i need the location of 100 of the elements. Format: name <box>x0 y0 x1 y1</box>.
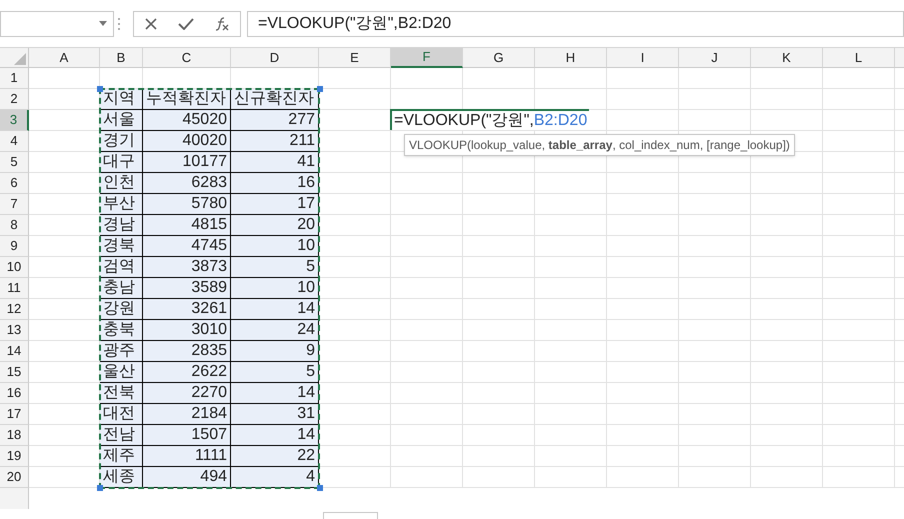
empty-cell <box>463 278 535 299</box>
table-cell: 3261 <box>143 299 231 320</box>
row-header[interactable]: 10 <box>0 257 29 278</box>
empty-cell <box>607 236 679 257</box>
column-header[interactable]: H <box>535 48 607 68</box>
row-header[interactable]: 19 <box>0 446 29 467</box>
row-header[interactable]: 5 <box>0 152 29 173</box>
empty-cell <box>823 257 895 278</box>
empty-cell <box>823 299 895 320</box>
table-cell: 3589 <box>143 278 231 299</box>
empty-cell <box>535 278 607 299</box>
empty-cell <box>607 215 679 236</box>
empty-cell <box>679 110 751 131</box>
empty-cell <box>391 194 463 215</box>
empty-cell <box>679 341 751 362</box>
empty-cell <box>535 446 607 467</box>
empty-cell <box>823 68 895 89</box>
table-cell: 40020 <box>143 131 231 152</box>
empty-cell <box>607 278 679 299</box>
empty-cell <box>391 173 463 194</box>
selection-handle[interactable] <box>97 485 103 491</box>
select-all-corner[interactable] <box>0 48 29 68</box>
empty-cell <box>607 173 679 194</box>
row-header[interactable]: 8 <box>0 215 29 236</box>
column-header[interactable]: E <box>319 48 391 68</box>
empty-cell <box>823 110 895 131</box>
empty-cell <box>751 257 823 278</box>
table-cell: 17 <box>231 194 319 215</box>
empty-cell <box>607 446 679 467</box>
column-header[interactable]: B <box>100 48 143 68</box>
empty-cell <box>751 467 823 488</box>
column-header[interactable]: J <box>679 48 751 68</box>
empty-cell <box>535 173 607 194</box>
row-header[interactable]: 1 <box>0 68 29 89</box>
row-header[interactable]: 18 <box>0 425 29 446</box>
row-header[interactable]: 2 <box>0 89 29 110</box>
empty-cell <box>751 89 823 110</box>
empty-cell <box>823 215 895 236</box>
empty-cell <box>751 194 823 215</box>
table-cell: 누적확진자 <box>143 89 231 110</box>
empty-cell <box>823 89 895 110</box>
empty-cell <box>823 152 895 173</box>
empty-cell <box>679 173 751 194</box>
selection-handle[interactable] <box>317 86 323 92</box>
column-header[interactable]: C <box>143 48 231 68</box>
name-box[interactable] <box>0 10 114 36</box>
close-icon[interactable] <box>144 18 157 30</box>
column-header[interactable]: A <box>29 48 100 68</box>
function-icon[interactable] <box>215 16 230 30</box>
row-header[interactable]: 3 <box>0 110 29 131</box>
empty-cell <box>607 68 679 89</box>
selection-handle[interactable] <box>97 86 103 92</box>
row-header[interactable]: 7 <box>0 194 29 215</box>
row-header[interactable]: 15 <box>0 362 29 383</box>
empty-cell <box>751 299 823 320</box>
empty-cell <box>607 194 679 215</box>
table-cell: 충남 <box>100 278 143 299</box>
dropdown-caret-icon <box>99 21 107 26</box>
row-header[interactable]: 6 <box>0 173 29 194</box>
row-header[interactable]: 16 <box>0 383 29 404</box>
column-header[interactable]: K <box>751 48 823 68</box>
row-header[interactable]: 13 <box>0 320 29 341</box>
table-cell: 제주 <box>100 446 143 467</box>
empty-cell <box>463 173 535 194</box>
row-header[interactable]: 9 <box>0 236 29 257</box>
checkmark-icon[interactable] <box>178 18 194 30</box>
empty-cell <box>607 425 679 446</box>
row-header[interactable]: 4 <box>0 131 29 152</box>
table-cell: 2622 <box>143 362 231 383</box>
column-header[interactable]: D <box>231 48 319 68</box>
empty-cell <box>823 362 895 383</box>
empty-cell <box>823 236 895 257</box>
empty-cell <box>535 236 607 257</box>
empty-cell <box>607 89 679 110</box>
empty-cell <box>751 425 823 446</box>
empty-cell <box>463 194 535 215</box>
empty-cell <box>535 68 607 89</box>
selection-handle[interactable] <box>317 485 323 491</box>
row-header[interactable]: 11 <box>0 278 29 299</box>
column-header[interactable]: F <box>391 48 463 68</box>
empty-cell <box>463 299 535 320</box>
empty-cell <box>679 68 751 89</box>
empty-cell <box>607 257 679 278</box>
empty-cell <box>535 404 607 425</box>
active-cell-editor[interactable]: =VLOOKUP("강원",B2:D20 <box>390 109 590 130</box>
empty-cell <box>607 362 679 383</box>
empty-cell <box>463 383 535 404</box>
row-header[interactable]: 20 <box>0 467 29 488</box>
row-header[interactable]: 17 <box>0 404 29 425</box>
table-cell: 6283 <box>143 173 231 194</box>
table-cell: 494 <box>143 467 231 488</box>
empty-cell <box>463 341 535 362</box>
table-cell: 세종 <box>100 467 143 488</box>
column-header[interactable]: L <box>823 48 895 68</box>
row-header[interactable]: 14 <box>0 341 29 362</box>
formula-input-field[interactable]: =VLOOKUP("강원",B2:D20 <box>247 10 904 36</box>
column-header[interactable]: I <box>607 48 679 68</box>
row-header[interactable]: 12 <box>0 299 29 320</box>
empty-cell <box>391 236 463 257</box>
column-header[interactable]: G <box>463 48 535 68</box>
